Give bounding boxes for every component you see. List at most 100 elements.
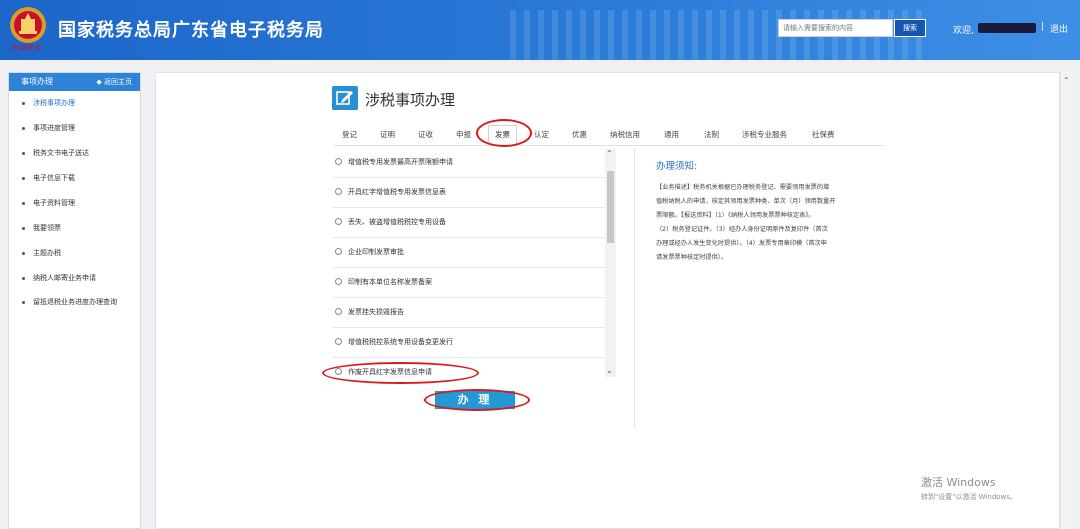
tab-register[interactable]: 登记 — [342, 129, 357, 140]
sidebar-item-mail[interactable]: 纳税人邮寄业务申请 — [9, 266, 140, 291]
search-button[interactable]: 搜索 — [894, 19, 926, 37]
header-separator: | — [1041, 22, 1045, 32]
radio-button[interactable] — [335, 248, 342, 255]
radio-button[interactable] — [335, 308, 342, 315]
sidebar-item-label: 纳税人邮寄业务申请 — [33, 274, 96, 282]
tab-legal[interactable]: 法制 — [704, 129, 719, 140]
radio-button[interactable] — [335, 338, 342, 345]
tab-declaration[interactable]: 申报 — [456, 129, 471, 140]
submit-button[interactable]: 办 理 — [435, 391, 515, 409]
notice-line: 办理或经办人发生变化时提供）。（4）发票专用章印模（首次申 — [656, 240, 827, 247]
tab-invoice[interactable]: 发票 — [488, 125, 517, 145]
edit-icon — [332, 86, 358, 110]
sidebar-item-label: 主题办税 — [33, 249, 61, 257]
bullet-icon — [22, 177, 25, 180]
notice-line: 【业务描述】税务机关根据已办理税务登记、需要领用发票的增 — [656, 184, 830, 191]
bullet-icon — [22, 102, 25, 105]
notice-line: 值税纳税人的申请，核定其领用发票种类、单次（月）领用数量开 — [656, 198, 836, 205]
sidebar-item-tax-matters[interactable]: 涉税事项办理 — [9, 91, 140, 116]
bullet-icon — [22, 202, 25, 205]
site-title: 国家税务总局广东省电子税务局 — [58, 20, 324, 41]
radio-button[interactable] — [335, 158, 342, 165]
list-item[interactable]: 增值税税控系统专用设备变更发行 — [333, 328, 609, 358]
sidebar-title: 事项办理 — [21, 77, 53, 86]
radio-button[interactable] — [335, 278, 342, 285]
sidebar-item-get-invoice[interactable]: 我要领票 — [9, 216, 140, 241]
list-item[interactable]: 发票挂失损毁报告 — [333, 298, 609, 328]
logout-link[interactable]: 退出 — [1050, 22, 1068, 35]
watermark-subtitle: 转到"设置"以激活 Windows。 — [921, 493, 1017, 501]
list-item-label: 发票挂失损毁报告 — [348, 308, 404, 316]
tab-social-security[interactable]: 社保费 — [812, 129, 835, 140]
sidebar-item-label: 我要领票 — [33, 224, 61, 232]
sidebar-item-label: 电子信息下载 — [33, 174, 75, 182]
bullet-icon — [22, 127, 25, 130]
sidebar-item-refund-query[interactable]: 留抵退税业务进度办理查询 — [9, 291, 140, 325]
radio-button[interactable] — [335, 188, 342, 195]
chevron-up-icon[interactable]: ⌃ — [606, 149, 613, 158]
welcome-text: 欢迎, — [953, 26, 974, 36]
bullet-icon — [22, 301, 25, 304]
brand-subtitle: 中国税务 — [10, 44, 42, 52]
list-item[interactable]: 印制有本单位名称发票备案 — [333, 268, 609, 298]
tab-certificate[interactable]: 证明 — [380, 129, 395, 140]
radio-button[interactable] — [335, 368, 342, 375]
list-item[interactable]: 增值税专用发票最高开票限额申请 — [333, 148, 609, 178]
notice-line: （2）税务登记证件。（3）经办人身份证明原件及复印件（首次 — [656, 226, 828, 233]
top-header: 中国税务 国家税务总局广东省电子税务局 搜索 欢迎, | 退出 — [0, 0, 1080, 60]
notice-body: 【业务描述】税务机关根据已办理税务登记、需要领用发票的增 值税纳税人的申请，核定… — [656, 181, 866, 265]
bullet-icon — [22, 152, 25, 155]
tab-credit[interactable]: 纳税信用 — [610, 129, 640, 140]
list-scrollbar[interactable]: ⌃ ⌄ — [605, 149, 616, 377]
sidebar-item-label: 电子资料管理 — [33, 199, 75, 207]
back-home-link[interactable]: ◆ 返回主页 — [96, 73, 132, 91]
sidebar-item-theme[interactable]: 主题办税 — [9, 241, 140, 266]
sidebar-header: 事项办理 ◆ 返回主页 — [9, 73, 140, 91]
sidebar-item-progress[interactable]: 事项进度管理 — [9, 116, 140, 141]
notice-title: 办理须知: — [656, 161, 698, 172]
list-item-void-red-invoice[interactable]: 作废开具红字发票信息申请 — [333, 358, 609, 377]
radio-button[interactable] — [335, 218, 342, 225]
sidebar-item-label: 涉税事项办理 — [33, 99, 75, 107]
sidebar-item-e-delivery[interactable]: 税务文书电子送达 — [9, 141, 140, 166]
search-input[interactable] — [778, 19, 893, 37]
chevron-down-icon[interactable]: ⌄ — [606, 366, 613, 375]
sidebar-menu: 涉税事项办理 事项进度管理 税务文书电子送达 电子信息下载 电子资料管理 我要领… — [9, 91, 140, 325]
windows-activation-watermark: 激活 Windows 转到"设置"以激活 Windows。 — [921, 474, 1017, 502]
watermark-title: 激活 Windows — [921, 476, 996, 489]
masked-username — [978, 23, 1036, 33]
list-item[interactable]: 开具红字增值税专用发票信息表 — [333, 178, 609, 208]
list-item-label: 丢失、被盗增值税税控专用设备 — [348, 218, 446, 226]
list-item-label: 增值税专用发票最高开票限额申请 — [348, 158, 453, 166]
bullet-icon — [22, 277, 25, 280]
tab-preferential[interactable]: 优惠 — [572, 129, 587, 140]
tab-recognition[interactable]: 认定 — [534, 129, 549, 140]
matter-list: 增值税专用发票最高开票限额申请 开具红字增值税专用发票信息表 丢失、被盗增值税税… — [333, 148, 617, 377]
list-item-label: 增值税税控系统专用设备变更发行 — [348, 338, 453, 346]
sidebar-item-label: 事项进度管理 — [33, 124, 75, 132]
sidebar-item-label: 税务文书电子送达 — [33, 149, 89, 157]
list-item-label: 作废开具红字发票信息申请 — [348, 368, 432, 376]
bullet-icon — [22, 252, 25, 255]
chevron-up-icon[interactable]: ⌃ — [1063, 76, 1070, 85]
notice-line: 票限额。【报送资料】（1）《纳税人领用发票票种核定表》。 — [656, 212, 815, 219]
list-item-label: 企业印制发票审批 — [348, 248, 404, 256]
tab-professional[interactable]: 涉税专业服务 — [742, 129, 787, 140]
tab-general[interactable]: 通用 — [664, 129, 679, 140]
sidebar-item-e-documents[interactable]: 电子资料管理 — [9, 191, 140, 216]
vertical-divider — [634, 148, 635, 428]
notice-line: 请发票票种核定时提供）。 — [656, 254, 728, 261]
scroll-thumb[interactable] — [607, 171, 614, 243]
list-item[interactable]: 丢失、被盗增值税税控专用设备 — [333, 208, 609, 238]
category-tabs: 登记 证明 证收 申报 发票 认定 优惠 纳税信用 通用 法制 涉税专业服务 社… — [334, 125, 884, 146]
main-panel: 涉税事项办理 登记 证明 证收 申报 发票 认定 优惠 纳税信用 通用 法制 涉… — [155, 72, 1060, 529]
sidebar: 事项办理 ◆ 返回主页 涉税事项办理 事项进度管理 税务文书电子送达 电子信息下… — [8, 72, 141, 529]
list-item-label: 印制有本单位名称发票备案 — [348, 278, 432, 286]
sidebar-item-download[interactable]: 电子信息下载 — [9, 166, 140, 191]
list-item-label: 开具红字增值税专用发票信息表 — [348, 188, 446, 196]
tax-emblem-icon — [10, 7, 46, 43]
page-scrollbar[interactable]: ⌃ — [1060, 72, 1072, 529]
list-item[interactable]: 企业印制发票审批 — [333, 238, 609, 268]
tab-collection[interactable]: 证收 — [418, 129, 433, 140]
bullet-icon — [22, 227, 25, 230]
